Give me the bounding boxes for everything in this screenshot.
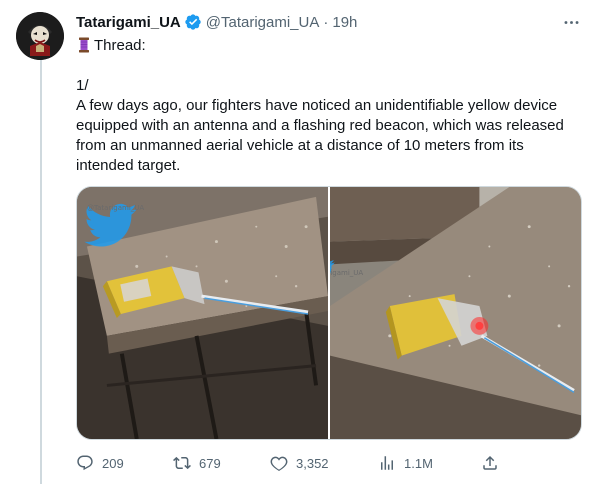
share-icon <box>483 455 497 470</box>
verified-badge-icon <box>185 14 201 30</box>
media-grid[interactable]: @Tatarigami_UA igami_UA <box>76 186 582 440</box>
views-icon <box>381 456 393 470</box>
like-icon <box>270 456 288 472</box>
tweet-body: A few days ago, our fighters have notice… <box>76 97 564 174</box>
reply-icon <box>77 455 93 471</box>
photo-right[interactable]: @Tatarigami_UA <box>330 187 581 439</box>
photo-left[interactable]: @Tatarigami_UA <box>77 187 328 439</box>
author-display-name[interactable]: Tatarigami_UA <box>76 14 181 31</box>
avatar[interactable] <box>16 12 64 60</box>
spool-icon <box>79 37 89 53</box>
views-count: 1.1M <box>404 455 433 471</box>
share-button[interactable] <box>481 454 507 472</box>
watermark-left: @Tatarigami_UA <box>87 204 145 212</box>
thread-label-line: Thread: <box>76 36 582 56</box>
retweet-icon <box>173 456 191 470</box>
separator-dot: · <box>323 13 329 31</box>
paragraph-marker: 1/ <box>76 77 89 94</box>
thread-connector-line <box>40 60 42 484</box>
views-button[interactable]: 1.1M <box>378 454 433 472</box>
tweet-timestamp[interactable]: 19h <box>332 14 357 31</box>
thread-label: Thread: <box>94 37 146 54</box>
like-count: 3,352 <box>296 455 329 471</box>
tweet-header: Tatarigami_UA @Tatarigami_UA · 19h <box>76 12 357 32</box>
like-button[interactable]: 3,352 <box>270 454 329 472</box>
reply-count: 209 <box>102 455 124 471</box>
reply-button[interactable]: 209 <box>76 454 124 472</box>
tweet-text: Thread: 1/ A few days ago, our fighters … <box>76 36 582 176</box>
author-handle[interactable]: @Tatarigami_UA <box>206 14 320 31</box>
retweet-count: 679 <box>199 455 221 471</box>
watermark-right: @Tatarigami_UA <box>330 269 364 277</box>
retweet-button[interactable]: 679 <box>173 454 221 472</box>
tweet-actions: 209 679 3,352 1.1M <box>76 452 506 474</box>
more-icon[interactable] <box>560 12 582 32</box>
